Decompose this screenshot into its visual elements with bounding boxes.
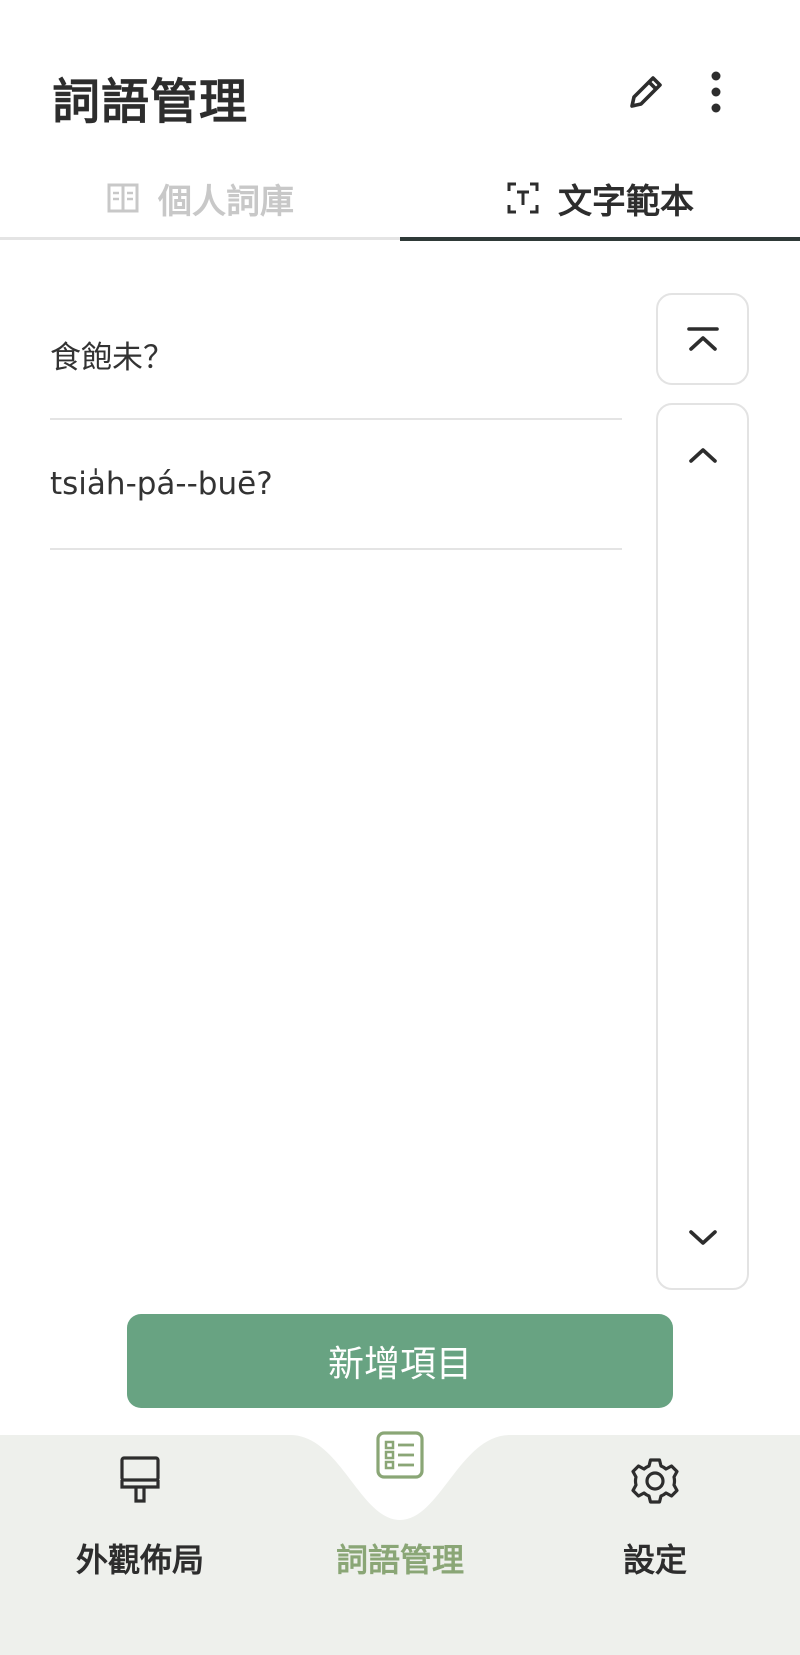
scroll-track[interactable] <box>656 403 749 1290</box>
nav-item-appearance[interactable]: 外觀佈局 <box>20 1435 260 1655</box>
tab-personal-dictionary[interactable]: 個人詞庫 <box>0 155 400 241</box>
book-icon <box>107 183 139 213</box>
scroll-down-button[interactable] <box>658 1208 747 1268</box>
item-text: tsia̍h-pá--buē? <box>50 466 273 502</box>
text-frame-icon <box>507 182 539 214</box>
list-icon <box>376 1431 424 1479</box>
nav-label: 設定 <box>622 1541 687 1579</box>
tab-bar: 個人詞庫 文字範本 <box>0 155 800 245</box>
active-tab-indicator <box>400 237 800 241</box>
tab-label: 文字範本 <box>558 181 694 222</box>
paint-brush-icon <box>120 1456 160 1503</box>
tab-label: 個人詞庫 <box>158 181 294 222</box>
gear-icon <box>631 1458 679 1504</box>
list-item[interactable]: tsia̍h-pá--buē? <box>50 420 622 550</box>
more-vertical-icon <box>711 71 721 113</box>
app-header: 詞語管理 <box>0 0 800 150</box>
scroll-to-top-icon <box>686 327 719 351</box>
bottom-navigation: 外觀佈局 詞語管理 設定 <box>0 1431 800 1655</box>
scroll-up-button[interactable] <box>658 425 747 485</box>
template-list: 食飽未？ tsia̍h-pá--buē? <box>50 290 622 550</box>
nav-label: 詞語管理 <box>335 1541 464 1579</box>
page-title: 詞語管理 <box>52 74 249 130</box>
tab-divider <box>0 237 400 240</box>
item-text: 食飽未？ <box>50 339 174 376</box>
pencil-icon <box>630 76 662 108</box>
chevron-up-icon <box>688 448 717 463</box>
edit-button[interactable] <box>618 64 674 120</box>
add-item-button[interactable]: 新增項目 <box>127 1314 673 1408</box>
chevron-down-icon <box>688 1230 717 1245</box>
scroll-to-top-button[interactable] <box>656 293 749 385</box>
more-options-button[interactable] <box>694 64 738 120</box>
tab-text-templates[interactable]: 文字範本 <box>400 155 800 241</box>
list-item[interactable]: 食飽未？ <box>50 290 622 420</box>
nav-label: 外觀佈局 <box>75 1541 204 1579</box>
nav-item-settings[interactable]: 設定 <box>535 1435 775 1655</box>
nav-item-term-management[interactable]: 詞語管理 <box>280 1431 520 1655</box>
